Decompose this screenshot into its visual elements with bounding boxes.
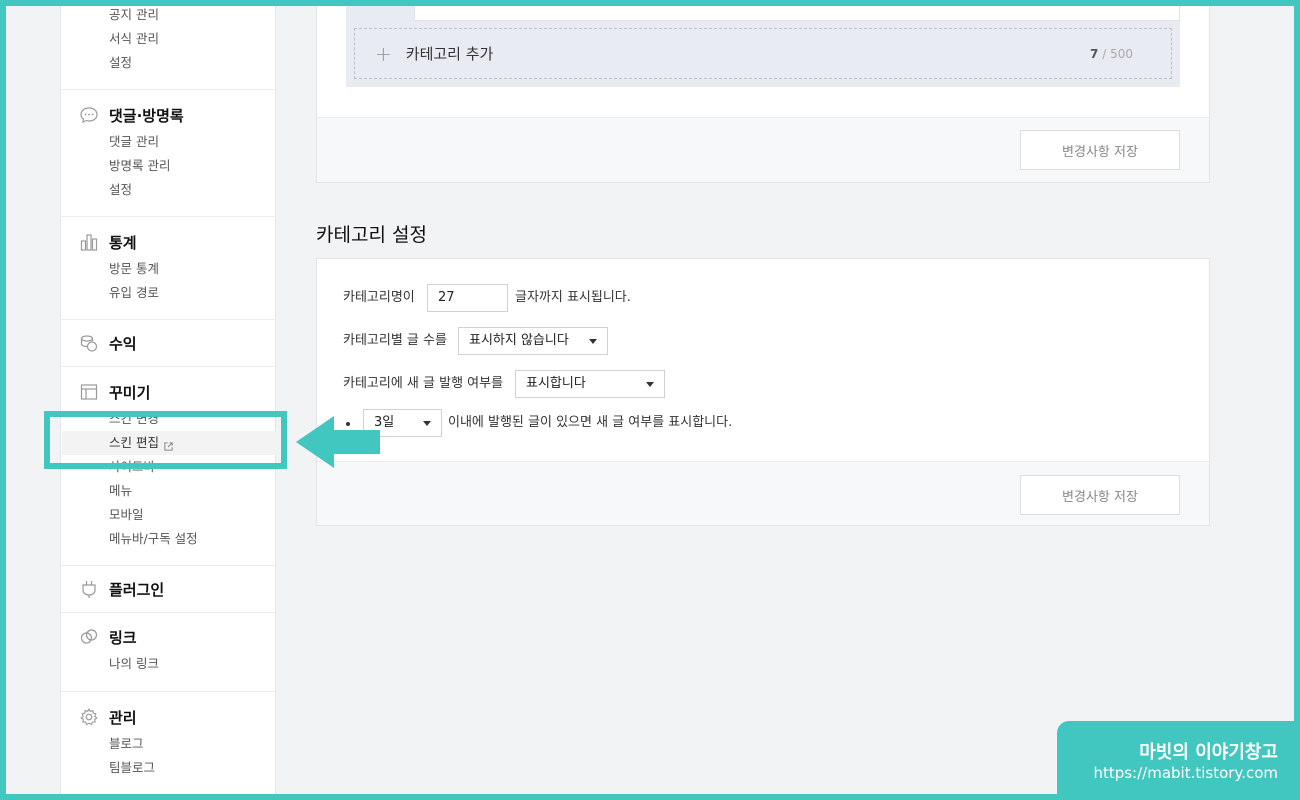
sidebar-item-guestbook-manage[interactable]: 방명록 관리 — [109, 156, 170, 176]
sidebar-section-stats: 통계 방문 통계 유입 경로 — [61, 217, 275, 320]
sidebar-heading-comments[interactable]: 댓글·방명록 — [79, 105, 184, 125]
gear-icon — [79, 707, 99, 727]
highlight-arrow — [296, 416, 380, 468]
add-category-label: 카테고리 추가 — [405, 45, 494, 63]
category-list-footer: 변경사항 저장 — [317, 117, 1209, 182]
sidebar-title-comments: 댓글·방명록 — [109, 106, 184, 125]
sidebar-section-revenue: 수익 — [61, 320, 275, 367]
name-length-suffix: 글자까지 표시됩니다. — [515, 290, 631, 305]
chevron-down-icon — [589, 339, 597, 344]
category-settings-heading: 카테고리 설정 — [316, 224, 427, 246]
sidebar-section-plugin: 플러그인 — [61, 566, 275, 613]
sidebar: 공지 관리 서식 관리 설정 댓글·방명록 댓글 관리 방명록 관리 설정 통계… — [60, 0, 276, 800]
name-length-input[interactable]: 27 — [427, 284, 508, 312]
coins-icon — [79, 333, 99, 353]
post-count-select-value: 표시하지 않습니다 — [469, 333, 569, 348]
sidebar-item-notice[interactable]: 공지 관리 — [109, 5, 159, 25]
sidebar-item-menu[interactable]: 메뉴 — [109, 481, 132, 501]
sidebar-item-visit-stats[interactable]: 방문 통계 — [109, 259, 159, 279]
category-count-value: 7 — [1090, 46, 1099, 61]
highlight-box — [44, 411, 287, 469]
sidebar-item-templates[interactable]: 서식 관리 — [109, 29, 159, 49]
watermark-url: https://mabit.tistory.com — [1093, 764, 1278, 782]
category-tree-area: + 카테고리 추가 7 / 500 — [346, 0, 1180, 87]
sidebar-title-decorate: 꾸미기 — [109, 383, 151, 402]
sidebar-title-revenue: 수익 — [109, 334, 137, 353]
sidebar-item-referrers[interactable]: 유입 경로 — [109, 283, 159, 303]
speech-bubble-icon — [79, 105, 99, 125]
sidebar-heading-link[interactable]: 링크 — [79, 627, 137, 647]
sidebar-title-plugin: 플러그인 — [109, 580, 165, 599]
post-count-label: 카테고리별 글 수를 — [343, 333, 447, 348]
sidebar-heading-decorate[interactable]: 꾸미기 — [79, 382, 150, 402]
sidebar-title-stats: 통계 — [109, 233, 137, 252]
chevron-down-icon — [423, 421, 431, 426]
new-post-select[interactable]: 표시합니다 — [515, 370, 665, 398]
sidebar-item-menubar-subscribe[interactable]: 메뉴바/구독 설정 — [109, 529, 198, 549]
category-settings-save-button[interactable]: 변경사항 저장 — [1020, 475, 1180, 515]
chevron-down-icon — [646, 382, 654, 387]
add-category-row[interactable]: + 카테고리 추가 7 / 500 — [354, 28, 1172, 79]
sidebar-item-blog[interactable]: 블로그 — [109, 734, 144, 754]
category-item-last — [414, 0, 1180, 21]
sidebar-heading-revenue[interactable]: 수익 — [79, 333, 137, 353]
sidebar-section-comments: 댓글·방명록 댓글 관리 방명록 관리 설정 — [61, 90, 275, 217]
post-count-select[interactable]: 표시하지 않습니다 — [458, 327, 608, 355]
sidebar-item-my-link[interactable]: 나의 링크 — [109, 654, 159, 674]
watermark: 마빗의 이야기창고 https://mabit.tistory.com — [1057, 721, 1300, 800]
sidebar-item-comment-settings[interactable]: 설정 — [109, 180, 132, 200]
bar-chart-icon — [79, 232, 99, 252]
category-list-save-button[interactable]: 변경사항 저장 — [1020, 130, 1180, 170]
link-circles-icon — [79, 627, 99, 647]
sidebar-title-manage: 관리 — [109, 708, 137, 727]
sidebar-item-settings[interactable]: 설정 — [109, 53, 132, 73]
category-count-max: / 500 — [1102, 46, 1133, 61]
sidebar-section-notice: 공지 관리 서식 관리 설정 — [61, 0, 275, 90]
sidebar-item-team-blog[interactable]: 팀블로그 — [109, 758, 155, 778]
sidebar-heading-plugin[interactable]: 플러그인 — [79, 579, 164, 599]
category-settings-footer: 변경사항 저장 — [317, 461, 1209, 525]
category-list-panel: + 카테고리 추가 7 / 500 변경사항 저장 — [316, 0, 1210, 183]
watermark-title: 마빗의 이야기창고 — [1139, 742, 1278, 763]
new-post-days-suffix: 이내에 발행된 글이 있으면 새 글 여부를 표시합니다. — [448, 415, 733, 430]
sidebar-item-mobile[interactable]: 모바일 — [109, 505, 144, 525]
layout-icon — [79, 382, 99, 402]
new-post-label: 카테고리에 새 글 발행 여부를 — [343, 376, 504, 391]
sidebar-heading-manage[interactable]: 관리 — [79, 707, 137, 727]
category-settings-panel: 카테고리명이 27 글자까지 표시됩니다. 카테고리별 글 수를 표시하지 않습… — [316, 258, 1210, 526]
category-count: 7 / 500 — [1090, 47, 1133, 61]
sidebar-title-link: 링크 — [109, 628, 137, 647]
sidebar-heading-stats[interactable]: 통계 — [79, 232, 137, 252]
plug-icon — [79, 579, 99, 599]
new-post-select-value: 표시합니다 — [526, 376, 586, 391]
sidebar-item-comment-manage[interactable]: 댓글 관리 — [109, 132, 159, 152]
name-length-prefix: 카테고리명이 — [343, 290, 415, 305]
sidebar-section-manage: 관리 블로그 팀블로그 — [61, 692, 275, 800]
plus-icon: + — [375, 41, 392, 66]
sidebar-section-link: 링크 나의 링크 — [61, 613, 275, 692]
